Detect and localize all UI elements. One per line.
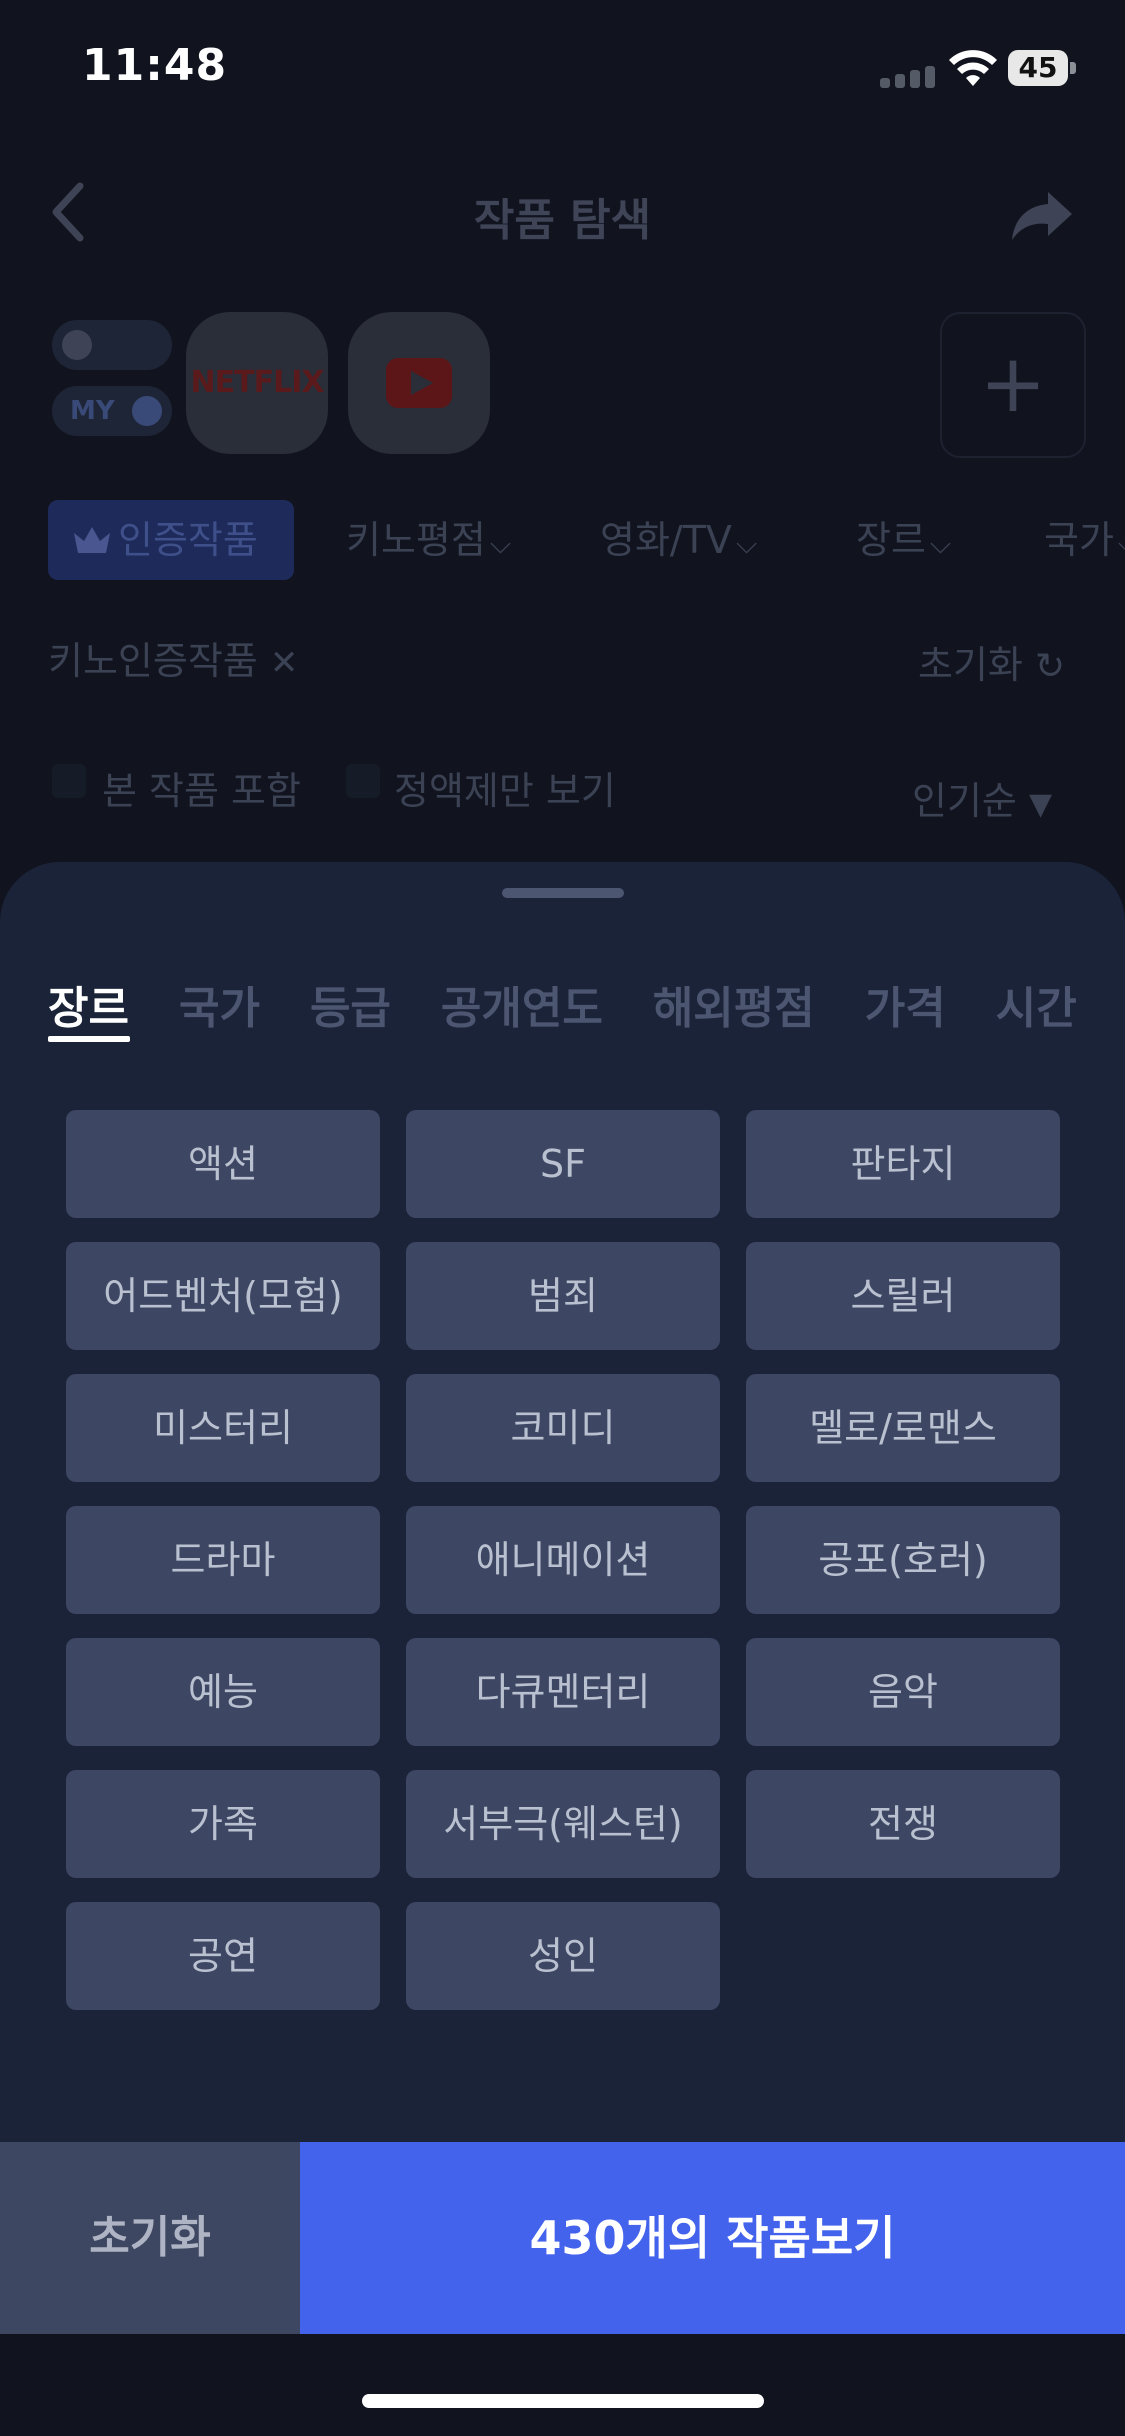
genre-button-drama[interactable]: 드라마 <box>66 1506 380 1614</box>
chip-certified[interactable]: 인증작품 <box>48 500 294 580</box>
genre-button-crime[interactable]: 범죄 <box>406 1242 720 1350</box>
wifi-icon <box>949 50 997 86</box>
sheet-tabs: 장르 국가 등급 공개연도 해외평점 가격 시간 <box>48 972 1125 1062</box>
genre-button-animation[interactable]: 애니메이션 <box>406 1506 720 1614</box>
chevron-down-icon: ⌵ <box>735 527 758 560</box>
filter-reset-label: 초기화 <box>918 643 1023 687</box>
battery-level: 45 <box>1018 51 1058 84</box>
youtube-tile[interactable] <box>348 312 490 454</box>
chip-genre-label: 장르 <box>856 518 926 562</box>
reset-button[interactable]: 초기화 <box>0 2142 300 2334</box>
chip-kino-rating[interactable]: 키노평점 ⌵ <box>346 500 511 580</box>
chip-kino-rating-label: 키노평점 <box>346 518 486 562</box>
caret-down-icon: ▼ <box>1028 787 1053 822</box>
genre-button-documentary[interactable]: 다큐멘터리 <box>406 1638 720 1746</box>
include-seen-label: 본 작품 포함 <box>102 769 301 813</box>
chip-country[interactable]: 국가⌵ <box>1044 500 1125 580</box>
view-results-button[interactable]: 430개의 작품보기 <box>300 2142 1125 2334</box>
sheet-drag-handle[interactable] <box>502 888 624 898</box>
chevron-down-icon: ⌵ <box>929 527 952 560</box>
genre-button-adult[interactable]: 성인 <box>406 1902 720 2010</box>
genre-button-romance[interactable]: 멜로/로맨스 <box>746 1374 1060 1482</box>
add-service-button[interactable]: + <box>940 312 1086 458</box>
chip-genre[interactable]: 장르 ⌵ <box>856 500 951 580</box>
tab-rating[interactable]: 등급 <box>310 972 391 1062</box>
genre-button-comedy[interactable]: 코미디 <box>406 1374 720 1482</box>
genre-button-action[interactable]: 액션 <box>66 1110 380 1218</box>
include-seen-checkbox[interactable] <box>52 764 86 798</box>
crown-icon <box>74 527 110 553</box>
chevron-down-icon: ⌵ <box>1118 527 1125 560</box>
netflix-logo: NETFLIX <box>190 365 325 400</box>
chip-movie-tv[interactable]: 영화/TV ⌵ <box>600 500 757 580</box>
share-icon[interactable] <box>1010 188 1074 244</box>
genre-button-performance[interactable]: 공연 <box>66 1902 380 2010</box>
status-time: 11:48 <box>82 40 228 91</box>
netflix-tile[interactable]: NETFLIX <box>186 312 328 454</box>
chip-country-label: 국가 <box>1044 518 1114 562</box>
chip-movie-tv-label: 영화/TV <box>600 518 732 562</box>
tab-price[interactable]: 가격 <box>865 972 946 1062</box>
tab-runtime[interactable]: 시간 <box>996 972 1077 1062</box>
flat-rate-checkbox[interactable] <box>346 764 380 798</box>
applied-filter-tag[interactable]: 키노인증작품 ✕ <box>48 630 298 685</box>
applied-filter-label: 키노인증작품 <box>48 639 258 683</box>
plus-icon: + <box>979 337 1047 430</box>
signal-icon <box>880 60 936 88</box>
sort-dropdown[interactable]: 인기순 ▼ <box>912 770 1052 825</box>
chip-certified-label: 인증작품 <box>118 518 258 562</box>
filter-reset-link[interactable]: 초기화 ↻ <box>918 634 1065 689</box>
my-toggle[interactable]: MY <box>52 386 172 436</box>
tab-country[interactable]: 국가 <box>179 972 260 1062</box>
tab-overseas-rating[interactable]: 해외평점 <box>653 972 815 1062</box>
tab-genre[interactable]: 장르 <box>48 972 129 1062</box>
genre-button-variety[interactable]: 예능 <box>66 1638 380 1746</box>
genre-button-family[interactable]: 가족 <box>66 1770 380 1878</box>
sort-label: 인기순 <box>912 779 1017 823</box>
genre-button-horror[interactable]: 공포(호러) <box>746 1506 1060 1614</box>
genre-button-thriller[interactable]: 스릴러 <box>746 1242 1060 1350</box>
tab-release-year[interactable]: 공개연도 <box>441 972 603 1062</box>
flat-rate-label: 정액제만 보기 <box>394 769 616 813</box>
page-title: 작품 탐색 <box>473 195 652 246</box>
chevron-down-icon: ⌵ <box>489 527 512 560</box>
genre-button-western[interactable]: 서부극(웨스턴) <box>406 1770 720 1878</box>
active-tab-indicator <box>48 1036 130 1042</box>
close-icon[interactable]: ✕ <box>270 643 299 683</box>
home-indicator[interactable] <box>362 2394 764 2408</box>
genre-button-sf[interactable]: SF <box>406 1110 720 1218</box>
refresh-icon: ↻ <box>1034 646 1066 687</box>
genre-button-mystery[interactable]: 미스터리 <box>66 1374 380 1482</box>
my-toggle-label: MY <box>70 396 115 426</box>
service-toggle[interactable] <box>52 320 172 370</box>
genre-button-music[interactable]: 음악 <box>746 1638 1060 1746</box>
genre-button-fantasy[interactable]: 판타지 <box>746 1110 1060 1218</box>
genre-button-war[interactable]: 전쟁 <box>746 1770 1060 1878</box>
battery-icon: 45 <box>1008 50 1076 86</box>
genre-button-adventure[interactable]: 어드벤처(모험) <box>66 1242 380 1350</box>
